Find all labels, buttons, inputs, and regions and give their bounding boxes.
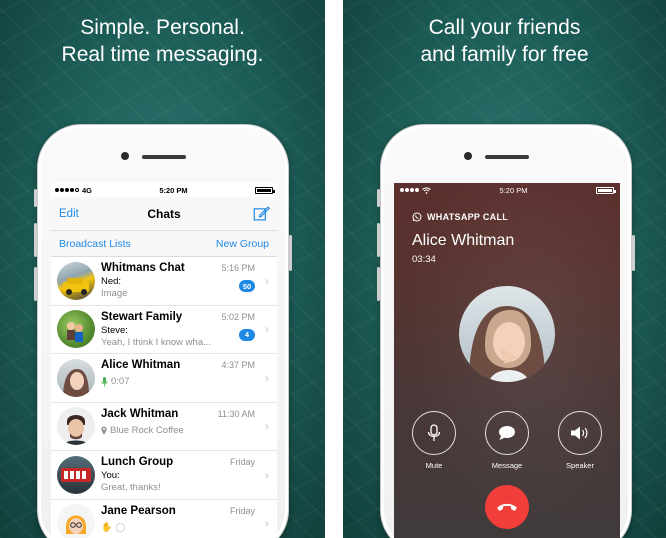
- speaker-button[interactable]: Speaker: [557, 411, 603, 470]
- phone-switch: [377, 189, 380, 207]
- chat-preview: Great, thanks!: [101, 482, 161, 493]
- chat-sender: Ned:: [101, 276, 122, 287]
- avatar: [57, 261, 95, 300]
- message-label: Message: [491, 461, 523, 470]
- status-bar: 5:20 PM: [394, 183, 620, 197]
- calling-headline: Call your friends and family for free: [343, 14, 666, 68]
- volume-up-button: [377, 223, 380, 257]
- phone-switch: [34, 189, 37, 207]
- chat-time: Friday: [229, 457, 255, 467]
- chat-preview: Image: [101, 288, 128, 299]
- chat-sender: You:: [101, 470, 120, 481]
- emoji-icon: ✋: [101, 521, 113, 532]
- call-type-text: WHATSAPP CALL: [427, 212, 509, 222]
- broadcast-lists-link[interactable]: Broadcast Lists: [59, 238, 131, 250]
- chevron-right-icon: ›: [265, 273, 269, 288]
- mute-label: Mute: [425, 461, 443, 470]
- compose-icon[interactable]: [253, 205, 270, 222]
- avatar: [57, 455, 95, 494]
- chat-row-jane-pearson[interactable]: Jane Pearson ✋ ◯ Friday ›: [51, 499, 277, 538]
- message-button[interactable]: Message: [484, 411, 530, 470]
- avatar: [57, 407, 95, 446]
- chat-row-jack-whitman[interactable]: Jack Whitman Blue Rock Coffee 11:30 AM ›: [51, 402, 277, 451]
- earpiece-speaker: [485, 155, 529, 159]
- chevron-right-icon: ›: [265, 516, 269, 531]
- messaging-headline: Simple. Personal. Real time messaging.: [0, 14, 325, 68]
- headline-line-2: and family for free: [420, 43, 589, 66]
- speaker-label: Speaker: [566, 461, 594, 470]
- status-bar: 4G 5:20 PM: [51, 183, 277, 197]
- voice-message-duration: 0:07: [111, 376, 130, 387]
- volume-down-button: [377, 267, 380, 301]
- emoji-icon: ◯: [115, 521, 126, 532]
- phone-frame: 4G 5:20 PM Edit Chats Broadcast Lists Ne…: [34, 124, 292, 538]
- battery-icon: [255, 186, 275, 194]
- edit-button[interactable]: Edit: [59, 208, 79, 220]
- calling-promo-panel: Call your friends and family for free 5:…: [343, 0, 666, 538]
- chevron-right-icon: ›: [265, 419, 269, 434]
- end-call-icon: [497, 503, 517, 511]
- location-preview: Blue Rock Coffee: [110, 424, 184, 436]
- chat-sender: Steve:: [101, 324, 128, 336]
- chat-time: Friday: [229, 505, 255, 516]
- call-actions: Mute Message Speaker: [394, 411, 620, 470]
- chat-preview: Yeah, I think I know wha...: [101, 336, 212, 348]
- headline-line-1: Simple. Personal.: [80, 16, 245, 39]
- avatar: [57, 358, 95, 397]
- chats-screen: 4G 5:20 PM Edit Chats Broadcast Lists Ne…: [51, 183, 277, 538]
- signal-dots-icon: [400, 188, 419, 192]
- carrier-label: 4G: [82, 185, 93, 195]
- microphone-icon: [427, 424, 441, 441]
- new-group-link[interactable]: New Group: [216, 238, 269, 250]
- mute-button[interactable]: Mute: [411, 411, 457, 470]
- camera-icon: [464, 152, 472, 160]
- call-duration: 03:34: [412, 254, 436, 265]
- whatsapp-icon: [412, 212, 422, 222]
- caller-name: Alice Whitman: [412, 232, 515, 249]
- avatar: [57, 504, 95, 538]
- power-button: [289, 235, 292, 271]
- chevron-right-icon: ›: [265, 467, 269, 482]
- chat-time: 4:37 PM: [221, 360, 255, 370]
- wifi-icon: [422, 187, 431, 194]
- battery-icon: [596, 186, 616, 194]
- earpiece-speaker: [142, 155, 186, 159]
- volume-up-button: [34, 223, 37, 257]
- page-title: Chats: [147, 206, 181, 221]
- phone-frame: 5:20 PM WHATSAPP CALL Alice Whitman 03:3…: [377, 124, 635, 538]
- chat-row-alice-whitman[interactable]: Alice Whitman 0:07 4:37 PM ›: [51, 354, 277, 403]
- volume-down-button: [34, 267, 37, 301]
- unread-badge: 50: [239, 280, 255, 292]
- chevron-right-icon: ›: [265, 370, 269, 385]
- microphone-icon: [101, 376, 108, 386]
- chat-row-whitmans-chat[interactable]: Whitmans Chat Ned: Image 5:16 PM 50 ›: [51, 257, 277, 306]
- call-screen: 5:20 PM WHATSAPP CALL Alice Whitman 03:3…: [394, 183, 620, 538]
- camera-icon: [121, 152, 129, 160]
- headline-line-1: Call your friends: [428, 16, 581, 39]
- speaker-icon: [571, 426, 588, 440]
- call-type-label: WHATSAPP CALL: [412, 212, 620, 222]
- unread-badge: 4: [239, 328, 255, 341]
- message-bubble-icon: [499, 426, 515, 440]
- status-time: 5:20 PM: [499, 185, 528, 195]
- avatar: [57, 310, 95, 349]
- chat-row-stewart-family[interactable]: Stewart Family Steve: Yeah, I think I kn…: [51, 305, 277, 354]
- location-pin-icon: [101, 426, 107, 435]
- chevron-right-icon: ›: [265, 322, 269, 337]
- messaging-promo-panel: Simple. Personal. Real time messaging. 4…: [0, 0, 325, 538]
- chat-row-lunch-group[interactable]: Lunch Group You: Great, thanks! Friday ›: [51, 451, 277, 500]
- chat-time: 5:16 PM: [221, 263, 255, 273]
- nav-bar: Edit Chats: [51, 197, 277, 230]
- signal-dots-icon: [55, 188, 79, 192]
- chat-list-actions: Broadcast Lists New Group: [51, 230, 277, 257]
- caller-avatar: [459, 286, 555, 382]
- headline-line-2: Real time messaging.: [61, 43, 264, 66]
- power-button: [632, 235, 635, 271]
- chat-time: 5:02 PM: [221, 311, 255, 322]
- status-time: 5:20 PM: [159, 185, 188, 195]
- chat-time: 11:30 AM: [217, 408, 255, 419]
- end-call-button[interactable]: [485, 485, 529, 529]
